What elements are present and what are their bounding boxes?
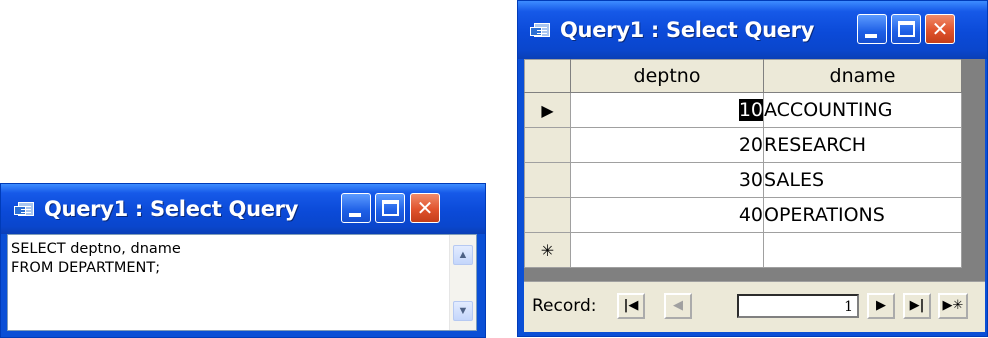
cell-dname[interactable]: SALES — [763, 162, 962, 198]
datasheet-app-icon[interactable] — [14, 202, 34, 216]
header-row: deptno dname — [524, 59, 962, 93]
datasheet-view-window: Query1 : Select Query ✕ deptno dname ▶ 1… — [517, 0, 988, 337]
cell-deptno[interactable]: 20 — [570, 127, 764, 163]
previous-record-icon: ◀ — [673, 298, 683, 313]
new-record-button[interactable]: ▶✳ — [938, 293, 968, 319]
new-record-icon: ▶✳ — [942, 298, 964, 313]
row-selector[interactable]: ▶ — [524, 92, 571, 128]
row-selector[interactable] — [524, 197, 571, 233]
vertical-scrollbar[interactable]: ▲ ▼ — [449, 235, 476, 330]
scroll-down-button[interactable]: ▼ — [453, 301, 473, 321]
minimize-button[interactable] — [341, 193, 371, 223]
maximize-icon — [382, 200, 399, 216]
chevron-up-icon: ▲ — [457, 249, 469, 261]
table-row: ▶ 10 ACCOUNTING — [524, 92, 962, 128]
first-record-icon: |◀ — [623, 298, 639, 313]
close-icon: ✕ — [931, 17, 949, 41]
chevron-down-icon: ▼ — [457, 305, 469, 317]
last-record-button[interactable]: ▶| — [903, 293, 931, 319]
cell-dname[interactable]: ACCOUNTING — [763, 92, 962, 128]
sql-text[interactable]: SELECT deptno, dname FROM DEPARTMENT; — [11, 240, 181, 278]
column-header-dname[interactable]: dname — [763, 59, 962, 93]
datasheet-window-titlebar[interactable]: Query1 : Select Query ✕ — [518, 1, 987, 59]
next-record-button[interactable]: ▶ — [867, 293, 895, 319]
maximize-button[interactable] — [375, 193, 405, 223]
minimize-icon — [349, 213, 361, 217]
sql-window-titlebar[interactable]: Query1 : Select Query ✕ — [1, 184, 485, 234]
datasheet-app-icon[interactable] — [530, 23, 550, 37]
next-record-icon: ▶ — [876, 298, 886, 313]
record-label: Record: — [532, 296, 597, 316]
close-icon: ✕ — [416, 196, 434, 220]
table-row: 40 OPERATIONS — [524, 197, 962, 233]
window-title: Query1 : Select Query — [44, 197, 299, 221]
datasheet-grid: deptno dname ▶ 10 ACCOUNTING 20 RESEARCH — [524, 59, 985, 281]
table-row: 20 RESEARCH — [524, 127, 962, 163]
sql-view-window: Query1 : Select Query ✕ SELECT deptno, d… — [0, 183, 486, 338]
cell-deptno[interactable]: 10 — [570, 92, 764, 128]
minimize-icon — [865, 34, 877, 38]
window-title: Query1 : Select Query — [560, 18, 815, 42]
cell-deptno-value: 10 — [738, 99, 763, 121]
row-selector[interactable] — [524, 162, 571, 198]
cell-dname[interactable] — [763, 232, 962, 268]
close-button[interactable]: ✕ — [925, 14, 955, 44]
previous-record-button[interactable]: ◀ — [664, 293, 692, 319]
select-all-cell[interactable] — [524, 59, 571, 93]
sql-editor[interactable]: SELECT deptno, dname FROM DEPARTMENT; ▲ … — [7, 234, 477, 331]
maximize-icon — [898, 21, 915, 37]
sql-line: FROM DEPARTMENT; — [11, 260, 161, 276]
record-navigation-bar: Record: |◀ ◀ 1 ▶ ▶| ▶✳ — [524, 281, 985, 332]
maximize-button[interactable] — [891, 14, 921, 44]
cell-dname[interactable]: OPERATIONS — [763, 197, 962, 233]
table-row: 30 SALES — [524, 162, 962, 198]
new-record-row: ✳ — [524, 232, 962, 268]
current-record-arrow-icon: ▶ — [541, 100, 554, 120]
last-record-icon: ▶| — [909, 298, 925, 313]
cell-deptno[interactable]: 30 — [570, 162, 764, 198]
sql-line: SELECT deptno, dname — [11, 241, 181, 257]
column-header-deptno[interactable]: deptno — [570, 59, 764, 93]
first-record-button[interactable]: |◀ — [617, 293, 645, 319]
new-record-asterisk-icon: ✳ — [540, 240, 555, 260]
cell-deptno[interactable] — [570, 232, 764, 268]
close-button[interactable]: ✕ — [410, 193, 440, 223]
cell-deptno[interactable]: 40 — [570, 197, 764, 233]
row-selector[interactable]: ✳ — [524, 232, 571, 268]
scroll-up-button[interactable]: ▲ — [453, 245, 473, 265]
minimize-button[interactable] — [857, 14, 887, 44]
row-selector[interactable] — [524, 127, 571, 163]
cell-dname[interactable]: RESEARCH — [763, 127, 962, 163]
results-table: deptno dname ▶ 10 ACCOUNTING 20 RESEARCH — [524, 59, 962, 268]
record-number-input[interactable]: 1 — [737, 294, 859, 318]
